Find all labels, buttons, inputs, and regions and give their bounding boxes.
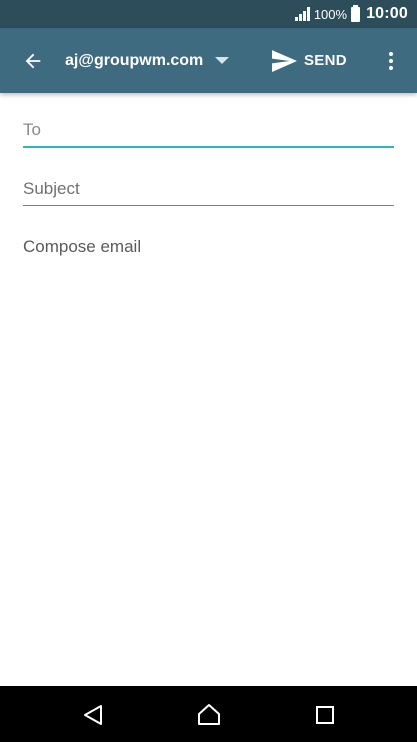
dropdown-caret-icon [215,56,230,64]
nav-back-icon [84,705,102,725]
to-input[interactable] [23,114,394,148]
nav-recents-icon [316,706,334,724]
nav-home-button[interactable] [196,702,222,728]
account-selector[interactable]: aj@groupwm.com [65,28,230,93]
battery-icon [351,4,361,22]
send-button[interactable]: SEND [272,28,347,93]
send-label: SEND [304,52,347,69]
nav-back-button[interactable] [80,702,106,728]
send-icon [272,49,297,72]
battery-percent: 100% [313,6,348,22]
nav-recents-button[interactable] [312,702,338,728]
nav-home-icon [198,704,220,725]
account-email: aj@groupwm.com [65,51,204,69]
subject-input[interactable] [23,172,394,206]
back-button[interactable] [22,50,44,72]
more-options-button[interactable] [383,48,399,74]
signal-icon [294,7,310,21]
back-arrow-icon [25,53,41,69]
more-vert-icon [389,52,393,56]
compose-email-screen: 100% 10:00 aj@groupwm.com SEND [0,0,417,742]
navigation-bar [0,686,417,742]
compose-body-input[interactable] [23,234,394,634]
app-bar: aj@groupwm.com SEND [0,28,417,93]
status-bar: 100% 10:00 [0,0,417,28]
status-time: 10:00 [366,5,408,22]
